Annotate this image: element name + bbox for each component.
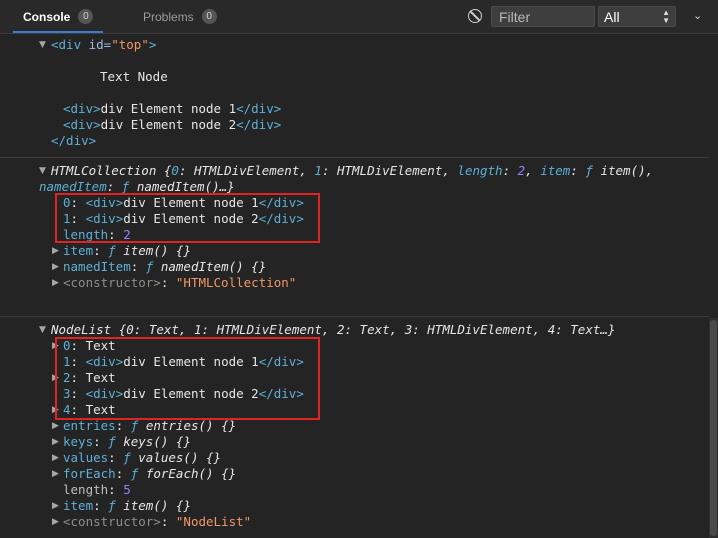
tab-problems[interactable]: Problems 0 [133,0,227,33]
highlight-box [55,193,320,243]
expand-triangle-icon[interactable]: ▼ [39,322,46,338]
expand-triangle-icon[interactable]: ▶ [52,450,59,466]
expand-triangle-icon[interactable]: ▶ [52,434,59,450]
log-level-select[interactable]: All ▲ ▼ [598,6,676,27]
scrollbar-thumb[interactable] [710,320,717,536]
child-element-2[interactable]: <div>div Element node 2</div> [63,117,281,133]
chevron-down-icon[interactable]: ⌄ [693,9,702,22]
tab-problems-label: Problems [143,9,194,24]
expand-triangle-icon[interactable]: ▼ [39,37,46,53]
console-scrollbar[interactable] [709,318,718,538]
expand-triangle-icon[interactable]: ▶ [52,514,59,530]
highlight-box [55,337,320,420]
tab-console-label: Console [23,9,71,24]
clear-console-icon[interactable] [468,9,482,23]
expand-triangle-icon[interactable]: ▶ [52,243,59,259]
htmlcollection-summary[interactable]: HTMLCollection {0: HTMLDivElement, 1: HT… [51,163,653,179]
nodelist-length: length: 5 [63,482,131,497]
collection-nameditem-method[interactable]: namedItem: ƒ namedItem() {} [63,259,266,275]
nodelist-item-method[interactable]: item: ƒ item() {} [63,498,191,514]
console-toolbar: Console 0 Problems 0 All ▲▼ ⌄ [0,0,718,34]
chevron-updown-icon: ▲ ▼ [662,7,670,25]
expand-triangle-icon[interactable]: ▶ [52,418,59,434]
collection-item-method[interactable]: item: ƒ item() {} [63,243,191,259]
nodelist-summary[interactable]: NodeList {0: Text, 1: HTMLDivElement, 2:… [51,322,615,338]
nodelist-values-method[interactable]: values: ƒ values() {} [63,450,221,466]
nodelist-foreach-method[interactable]: forEach: ƒ forEach() {} [63,466,236,482]
child-element-1[interactable]: <div>div Element node 1</div> [63,101,281,117]
expand-triangle-icon[interactable]: ▶ [52,498,59,514]
console-entry-element: ▼ <div id="top"> Text Node <div>div Elem… [0,34,709,158]
nodelist-keys-method[interactable]: keys: ƒ keys() {} [63,434,191,450]
text-node: Text Node [100,69,168,84]
element-open-tag[interactable]: <div id="top"> [51,37,156,53]
console-count-badge: 0 [78,9,94,24]
expand-triangle-icon[interactable]: ▶ [52,259,59,275]
expand-triangle-icon[interactable]: ▶ [52,466,59,482]
tab-console[interactable]: Console 0 [13,0,104,33]
collection-constructor[interactable]: <constructor>: "HTMLCollection" [63,275,296,291]
log-level-value: All [604,8,620,25]
filter-input[interactable] [491,6,595,27]
console-entry-htmlcollection: ▼ HTMLCollection {0: HTMLDivElement, 1: … [0,158,709,317]
nodelist-constructor[interactable]: <constructor>: "NodeList" [63,514,251,530]
expand-triangle-icon[interactable]: ▶ [52,275,59,291]
expand-triangle-icon[interactable]: ▼ [39,163,46,179]
problems-count-badge: 0 [201,9,217,24]
nodelist-entries-method[interactable]: entries: ƒ entries() {} [63,418,236,434]
console-entry-nodelist: ▼ NodeList {0: Text, 1: HTMLDivElement, … [0,317,709,538]
element-close-tag: </div> [51,133,97,148]
